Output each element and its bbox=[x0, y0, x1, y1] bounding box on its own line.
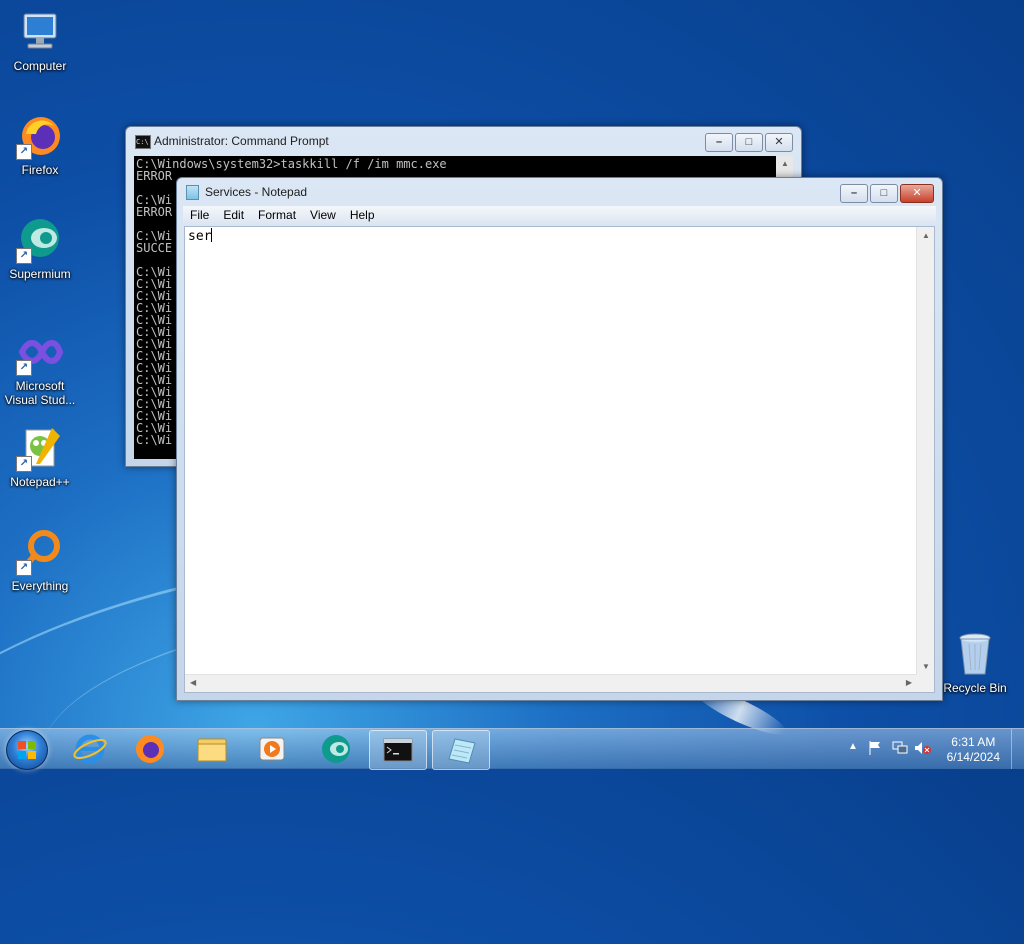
desktop-icon-label: Recycle Bin bbox=[943, 681, 1007, 695]
maximize-button[interactable]: □ bbox=[735, 133, 763, 152]
internet-explorer-icon bbox=[73, 734, 107, 764]
scroll-up-icon[interactable]: ▲ bbox=[781, 159, 789, 168]
notepad-text-area[interactable]: ser ▲ ▼ ◀ ▶ bbox=[184, 226, 935, 693]
close-button[interactable]: ✕ bbox=[900, 184, 934, 203]
minimize-icon: – bbox=[850, 187, 858, 199]
size-grip[interactable] bbox=[917, 675, 934, 692]
close-icon: ✕ bbox=[912, 187, 922, 199]
shortcut-arrow-icon: ↗ bbox=[16, 560, 32, 576]
command-prompt-icon bbox=[383, 738, 413, 762]
action-center-flag-icon[interactable] bbox=[868, 740, 882, 756]
shortcut-arrow-icon: ↗ bbox=[16, 360, 32, 376]
supermium-icon bbox=[322, 735, 350, 763]
minimize-icon: – bbox=[715, 136, 723, 148]
clock-date: 6/14/2024 bbox=[946, 750, 1000, 764]
close-icon: ✕ bbox=[774, 136, 784, 148]
notepad-content: ser bbox=[188, 229, 212, 244]
maximize-icon: □ bbox=[745, 136, 753, 148]
text-caret bbox=[211, 228, 213, 242]
volume-muted-icon[interactable] bbox=[914, 741, 932, 755]
close-button[interactable]: ✕ bbox=[765, 133, 793, 152]
maximize-icon: □ bbox=[880, 187, 888, 199]
desktop-icon-notepadpp[interactable]: ↗ Notepad++ bbox=[0, 424, 80, 489]
windows-logo-icon bbox=[18, 741, 36, 759]
scroll-left-icon[interactable]: ◀ bbox=[190, 678, 196, 687]
menu-format[interactable]: Format bbox=[251, 206, 303, 224]
desktop-icon-everything[interactable]: ↗ Everything bbox=[0, 528, 80, 593]
notepad-title: Services - Notepad bbox=[205, 185, 308, 199]
notepadpp-icon: ↗ bbox=[16, 424, 64, 472]
shortcut-arrow-icon: ↗ bbox=[16, 144, 32, 160]
horizontal-scrollbar[interactable]: ◀ ▶ bbox=[185, 674, 917, 692]
notepad-titlebar[interactable]: Services - Notepad – □ ✕ bbox=[177, 178, 942, 206]
desktop-icon-supermium[interactable]: ↗ Supermium bbox=[0, 216, 80, 281]
desktop-icon-label: Notepad++ bbox=[10, 475, 70, 489]
desktop-icon-label: Firefox bbox=[21, 163, 59, 177]
taskbar-supermium[interactable] bbox=[308, 730, 364, 768]
show-desktop-button[interactable] bbox=[1011, 729, 1024, 769]
visual-studio-icon: ↗ bbox=[16, 328, 64, 376]
menu-help[interactable]: Help bbox=[343, 206, 382, 224]
network-icon[interactable] bbox=[892, 741, 908, 755]
desktop-icon-label: Everything bbox=[11, 579, 69, 593]
media-player-icon bbox=[259, 737, 285, 761]
desktop-icon-firefox[interactable]: ↗ Firefox bbox=[0, 112, 80, 177]
everything-icon: ↗ bbox=[16, 528, 64, 576]
scroll-up-icon[interactable]: ▲ bbox=[922, 231, 930, 240]
supermium-icon: ↗ bbox=[16, 216, 64, 264]
clock[interactable]: 6:31 AM 6/14/2024 bbox=[947, 735, 1000, 765]
taskbar-notepad[interactable] bbox=[432, 730, 490, 770]
desktop-icon-vscode[interactable]: ↗ Microsoft Visual Stud... bbox=[0, 328, 80, 407]
taskbar-explorer[interactable] bbox=[184, 730, 240, 768]
desktop-icon-label: Supermium bbox=[9, 267, 71, 281]
cmd-title: Administrator: Command Prompt bbox=[154, 134, 329, 148]
vertical-scrollbar[interactable]: ▲ ▼ bbox=[916, 227, 934, 675]
firefox-icon bbox=[136, 735, 164, 763]
shortcut-arrow-icon: ↗ bbox=[16, 456, 32, 472]
maximize-button[interactable]: □ bbox=[870, 184, 898, 203]
notepad-icon bbox=[186, 185, 199, 200]
recycle-bin-icon bbox=[951, 630, 999, 678]
taskbar-media-player[interactable] bbox=[244, 730, 300, 768]
menu-edit[interactable]: Edit bbox=[216, 206, 251, 224]
notepad-menubar: File Edit Format View Help bbox=[183, 206, 936, 224]
desktop-icon-label: Computer bbox=[13, 59, 67, 73]
start-button[interactable] bbox=[6, 730, 48, 770]
desktop-icon-computer[interactable]: Computer bbox=[0, 8, 80, 73]
shortcut-arrow-icon: ↗ bbox=[16, 248, 32, 264]
clock-time: 6:31 AM bbox=[951, 735, 996, 749]
menu-view[interactable]: View bbox=[303, 206, 343, 224]
folder-icon bbox=[197, 738, 227, 762]
desktop-icon-recycle-bin[interactable]: Recycle Bin bbox=[935, 630, 1015, 695]
taskbar-command-prompt[interactable] bbox=[369, 730, 427, 770]
cmd-icon: C:\ bbox=[135, 135, 151, 149]
minimize-button[interactable]: – bbox=[705, 133, 733, 152]
notepad-window[interactable]: Services - Notepad – □ ✕ File Edit Forma… bbox=[176, 177, 943, 701]
system-tray: ▲ 6:31 AM 6/14/2024 bbox=[824, 729, 1024, 769]
computer-icon bbox=[16, 8, 64, 56]
desktop-icon-label: Microsoft Visual Stud... bbox=[4, 379, 76, 407]
menu-file[interactable]: File bbox=[183, 206, 216, 224]
notepad-icon bbox=[448, 738, 476, 764]
taskbar-firefox[interactable] bbox=[122, 730, 178, 768]
firefox-icon: ↗ bbox=[16, 112, 64, 160]
scroll-right-icon[interactable]: ▶ bbox=[906, 678, 912, 687]
minimize-button[interactable]: – bbox=[840, 184, 868, 203]
taskbar-internet-explorer[interactable] bbox=[62, 730, 118, 768]
scroll-down-icon[interactable]: ▼ bbox=[922, 662, 930, 671]
taskbar: ▲ 6:31 AM 6/14/2024 bbox=[0, 728, 1024, 770]
show-hidden-icons-icon[interactable]: ▲ bbox=[848, 741, 858, 752]
cmd-titlebar[interactable]: C:\ Administrator: Command Prompt – □ ✕ bbox=[126, 127, 801, 155]
